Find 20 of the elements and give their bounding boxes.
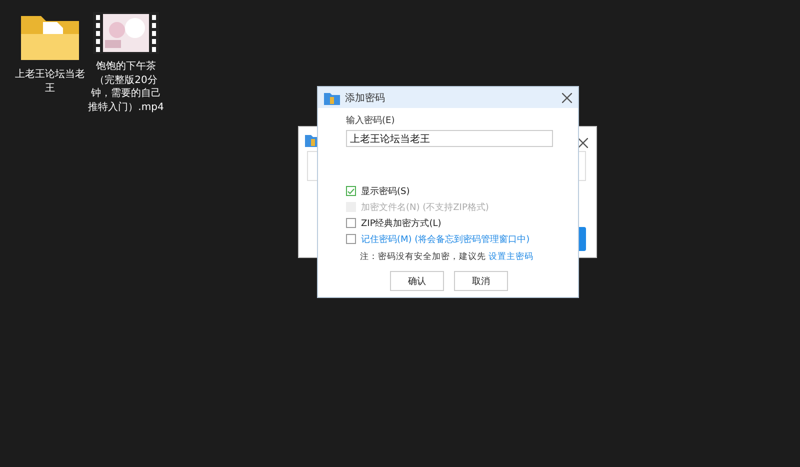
file-name: 饱饱的下午茶（完整版20分钟，需要的自己推特入门）.mp4 [88, 60, 164, 114]
field-label: 输入密码(E) [346, 114, 396, 127]
checkbox[interactable] [346, 186, 356, 196]
option-label: 显示密码(S) [361, 186, 410, 198]
checkbox[interactable] [346, 234, 356, 244]
zip-folder-icon [324, 90, 340, 104]
window-title: 添加密码 [345, 92, 386, 104]
cancel-button[interactable]: 取消 [454, 271, 508, 291]
close-icon[interactable] [578, 138, 588, 148]
video-thumbnail-icon[interactable] [93, 12, 159, 54]
option-label: 加密文件名(N) (不支持ZIP格式) [361, 202, 489, 214]
option-label: ZIP经典加密方式(L) [361, 218, 442, 230]
confirm-button[interactable]: 确认 [390, 271, 444, 291]
note-text: 注：密码没有安全加密，建议先 设置主密码 [360, 251, 535, 263]
close-icon[interactable] [562, 92, 572, 102]
password-field[interactable]: 上老王论坛当老王 [346, 130, 553, 147]
checkbox[interactable] [346, 218, 356, 228]
file-name: 上老王论坛当老王 [14, 68, 86, 95]
set-master-password-link[interactable]: 设置主密码 [488, 252, 534, 262]
option-link[interactable]: 记住密码(M) (将会备忘到密码管理窗口中) [361, 232, 530, 246]
